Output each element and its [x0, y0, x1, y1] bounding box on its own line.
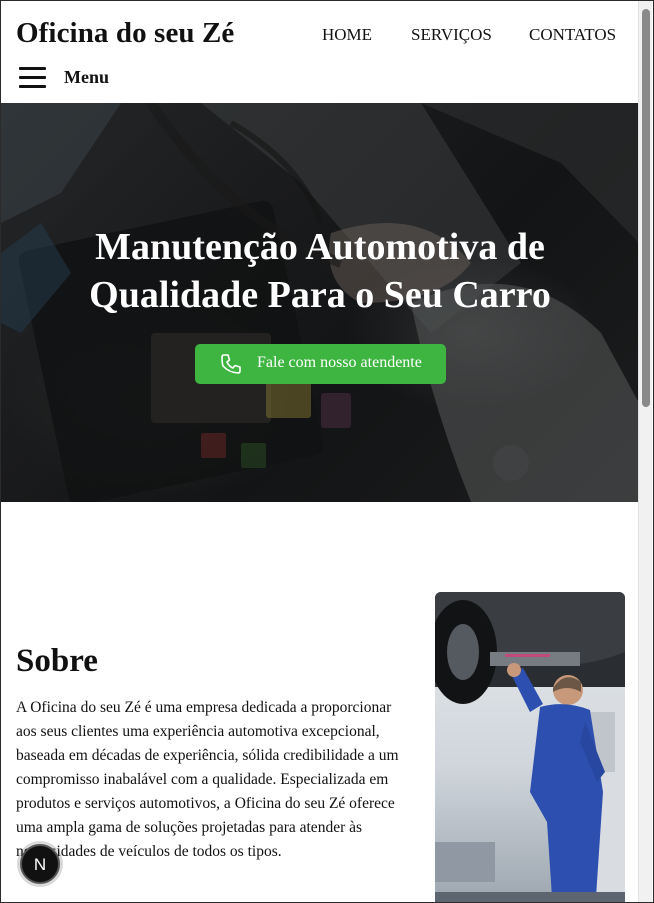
about-title: Sobre: [16, 643, 98, 679]
phone-icon: [221, 354, 241, 374]
scrollbar-thumb[interactable]: [642, 9, 650, 407]
nav-link-contatos[interactable]: CONTATOS: [529, 25, 616, 45]
site-brand[interactable]: Oficina do seu Zé: [16, 17, 234, 50]
mechanic-photo: [435, 592, 625, 902]
nav-link-servicos[interactable]: SERVIÇOS: [411, 25, 492, 45]
menu-label: Menu: [64, 67, 109, 87]
site-header: Oficina do seu Zé HOME SERVIÇOS CONTATOS…: [1, 1, 639, 103]
hero-title: Manutenção Automotiva de Qualidade Para …: [89, 226, 551, 316]
hamburger-icon: [19, 66, 46, 88]
about-text: A Oficina do seu Zé é uma empresa dedica…: [16, 699, 399, 860]
main-nav: HOME SERVIÇOS CONTATOS: [309, 25, 639, 47]
contact-agent-button[interactable]: Fale com nosso atendente: [195, 344, 446, 384]
nextjs-dev-badge[interactable]: N: [20, 844, 60, 884]
hero-section: Manutenção Automotiva de Qualidade Para …: [1, 103, 639, 502]
nextjs-logo-icon: N: [33, 855, 47, 874]
contact-agent-label: Fale com nosso atendente: [257, 354, 422, 371]
menu-button[interactable]: Menu: [19, 64, 119, 92]
nav-link-home[interactable]: HOME: [322, 25, 372, 45]
vertical-scrollbar[interactable]: [638, 1, 652, 902]
browser-viewport: Oficina do seu Zé HOME SERVIÇOS CONTATOS…: [0, 0, 654, 903]
